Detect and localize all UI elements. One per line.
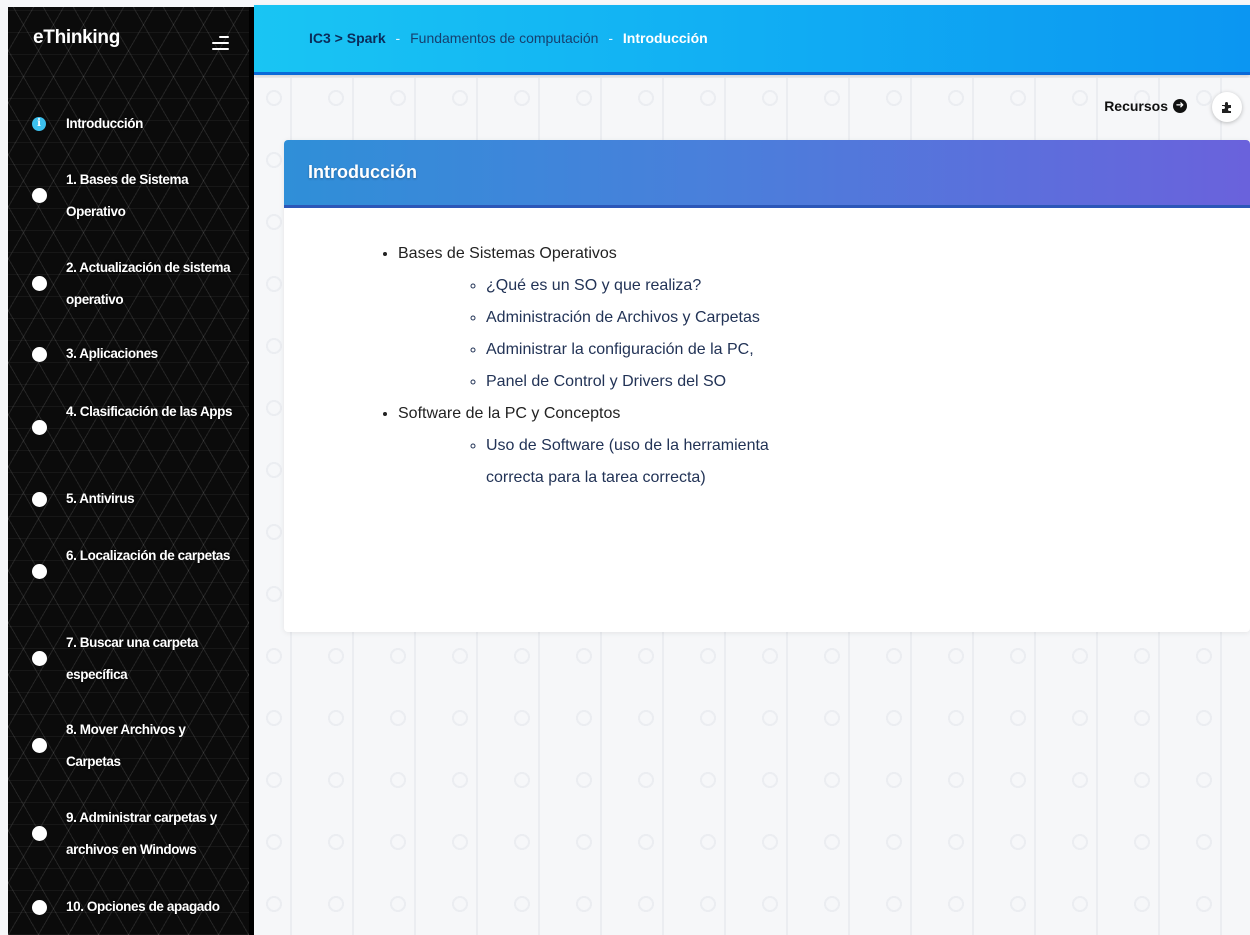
- sidebar-item-antivirus[interactable]: 5. Antivirus: [8, 483, 243, 517]
- recursos-link[interactable]: Recursos ➜: [1104, 98, 1187, 114]
- sidebar-item-mover-archivos[interactable]: 8. Mover Archivos y Carpetas: [8, 714, 243, 778]
- bullet-dot-icon: [32, 276, 47, 291]
- extension-button[interactable]: [1212, 92, 1242, 122]
- bullet-dot-icon: [32, 492, 47, 507]
- breadcrumb-course[interactable]: Fundamentos de computación: [410, 30, 598, 46]
- sidebar-item-label: 5. Antivirus: [66, 491, 135, 506]
- breadcrumb-current: Introducción: [622, 30, 708, 46]
- sidebar-item-administrar-carpetas[interactable]: 9. Administrar carpetas y archivos en Wi…: [8, 802, 243, 866]
- sidebar-item-label: 10. Opciones de apagado: [66, 899, 220, 914]
- content-card: Introducción Bases de Sistemas Operativo…: [284, 140, 1250, 632]
- sidebar-item-label: 3. Aplicaciones: [66, 346, 158, 361]
- sidebar-item-opciones-apagado[interactable]: 10. Opciones de apagado: [8, 891, 243, 925]
- sidebar-item-introduccion[interactable]: i Introducción: [8, 107, 243, 141]
- list-item: Panel de Control y Drivers del SO: [486, 366, 806, 398]
- sidebar-item-bases-sistema-operativo[interactable]: 1. Bases de Sistema Operativo: [8, 164, 243, 228]
- subtopic-list: ¿Qué es un SO y que realiza? Administrac…: [398, 270, 1250, 398]
- sidebar-item-label: Introducción: [66, 116, 143, 131]
- list-item: Bases de Sistemas Operativos ¿Qué es un …: [398, 238, 1250, 398]
- subtopic-list: Uso de Software (uso de la herramienta c…: [398, 430, 1250, 494]
- sidebar-item-label: 2. Actualización de sistema operativo: [66, 260, 231, 307]
- brand-logo: eThinking: [33, 27, 121, 48]
- top-header: IC3 > Spark - Fundamentos de computación…: [254, 5, 1250, 75]
- list-item: Software de la PC y Conceptos Uso de Sof…: [398, 398, 1250, 494]
- card-title: Introducción: [308, 162, 417, 182]
- sidebar-item-clasificacion-apps[interactable]: 4. Clasificación de las Apps: [8, 396, 243, 460]
- bullet-dot-icon: [32, 826, 47, 841]
- breadcrumb-root[interactable]: IC3 > Spark: [309, 30, 386, 46]
- puzzle-icon: [1222, 102, 1231, 113]
- section-title: Software de la PC y Conceptos: [398, 405, 621, 422]
- breadcrumb-separator: -: [608, 30, 614, 46]
- list-item: Administrar la configuración de la PC,: [486, 334, 806, 366]
- recursos-label: Recursos: [1104, 98, 1168, 114]
- breadcrumb: IC3 > Spark - Fundamentos de computación…: [309, 30, 708, 46]
- main-content: Recursos ➜ Introducción Bases de Sistema…: [254, 78, 1250, 935]
- sidebar-item-label: 4. Clasificación de las Apps: [66, 404, 233, 419]
- list-item: Administración de Archivos y Carpetas: [486, 302, 806, 334]
- card-header: Introducción: [284, 140, 1250, 208]
- sidebar-item-buscar-carpeta[interactable]: 7. Buscar una carpeta específica: [8, 627, 243, 691]
- sidebar-item-label: 6. Localización de carpetas: [66, 548, 231, 563]
- bullet-dot-icon: [32, 420, 47, 435]
- bullet-dot-icon: [32, 738, 47, 753]
- bullet-dot-icon: [32, 347, 47, 362]
- bullet-dot-icon: [32, 900, 47, 915]
- card-body: Bases de Sistemas Operativos ¿Qué es un …: [284, 208, 1250, 494]
- section-title: Bases de Sistemas Operativos: [398, 245, 617, 262]
- sidebar: eThinking i Introducción 1. Bases de Sis…: [8, 7, 254, 935]
- list-item: Uso de Software (uso de la herramienta c…: [486, 430, 806, 494]
- sidebar-item-localizacion-carpetas[interactable]: 6. Localización de carpetas: [8, 540, 243, 604]
- bullet-dot-icon: [32, 651, 47, 666]
- sidebar-item-actualizacion[interactable]: 2. Actualización de sistema operativo: [8, 252, 243, 316]
- topic-list: Bases de Sistemas Operativos ¿Qué es un …: [284, 238, 1250, 494]
- list-item: ¿Qué es un SO y que realiza?: [486, 270, 806, 302]
- bullet-dot-icon: [32, 188, 47, 203]
- breadcrumb-separator: -: [395, 30, 401, 46]
- sidebar-item-label: 7. Buscar una carpeta específica: [66, 635, 198, 682]
- arrow-circle-right-icon: ➜: [1173, 99, 1187, 113]
- sidebar-item-label: 1. Bases de Sistema Operativo: [66, 172, 189, 219]
- sidebar-item-aplicaciones[interactable]: 3. Aplicaciones: [8, 338, 243, 372]
- sidebar-item-label: 9. Administrar carpetas y archivos en Wi…: [66, 810, 217, 857]
- bullet-dot-icon: [32, 564, 47, 579]
- menu-icon[interactable]: [207, 34, 231, 54]
- info-icon: i: [32, 117, 46, 131]
- sidebar-item-label: 8. Mover Archivos y Carpetas: [66, 722, 186, 769]
